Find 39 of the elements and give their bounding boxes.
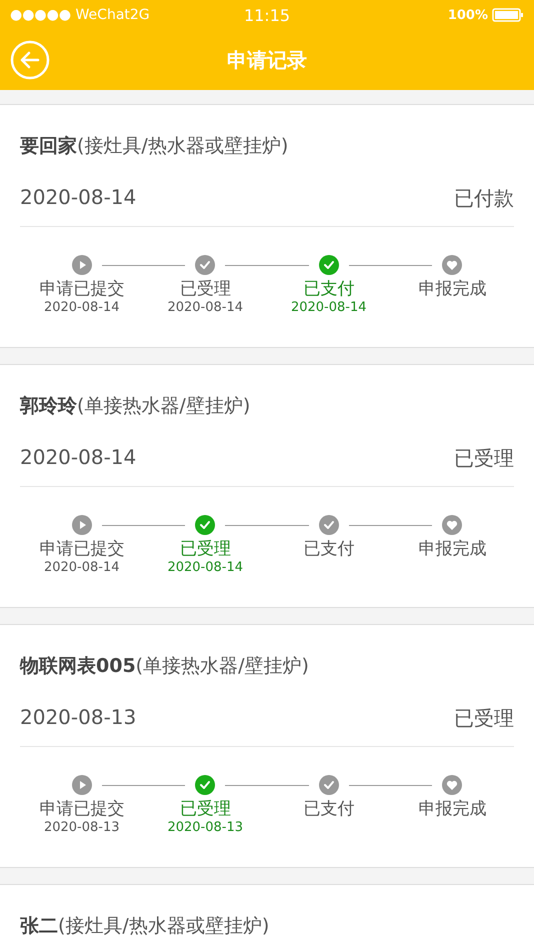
record-title: 物联网表005(单接热水器/壁挂炉) [20,654,310,679]
record-card[interactable]: 要回家(接灶具/热水器或壁挂炉) 2020-08-14 已付款 申请已提交 2020-08-14 已受理 2020-08-14 已支付 2020-08-14 申报完成 [0,104,534,348]
step-label: 申报完成 [418,278,486,300]
step-date: 2020-08-14 [167,300,244,315]
step-label: 已支付 [303,798,354,820]
record-card[interactable]: 张二(接灶具/热水器或壁挂炉) [0,884,534,950]
step-label: 已受理 [180,278,231,300]
step-label: 已支付 [303,538,354,560]
record-date: 2020-08-14 [20,185,136,211]
record-title: 郭玲玲(单接热水器/壁挂炉) [20,394,252,419]
step-label: 申请已提交 [39,278,124,300]
step-label: 已受理 [180,538,231,560]
step-date: 2020-08-14 [44,560,120,575]
record-status: 已付款 [454,185,514,212]
step-date: 2020-08-13 [44,820,120,835]
battery-icon [492,8,524,22]
back-icon[interactable] [10,40,50,80]
step-label: 申请已提交 [39,538,124,560]
step-label: 申报完成 [418,538,486,560]
record-card[interactable]: 郭玲玲(单接热水器/壁挂炉) 2020-08-14 已受理 申请已提交 2020-08-14 已受理 2020-08-14 已支付 申报完成 [0,364,534,608]
carrier-text: ●●●●● WeChat2G [10,7,150,23]
step-date: 2020-08-14 [167,560,244,575]
record-status: 已受理 [454,705,514,732]
record-date: 2020-08-14 [20,445,136,471]
battery-text: 100% [448,8,488,22]
record-title: 要回家(接灶具/热水器或壁挂炉) [20,134,290,159]
record-title: 张二(接灶具/热水器或壁挂炉) [20,914,270,939]
step-date: 2020-08-13 [167,820,244,835]
step-date: 2020-08-14 [44,300,120,315]
step-label: 申请已提交 [39,798,124,820]
record-card[interactable]: 物联网表005(单接热水器/壁挂炉) 2020-08-13 已受理 申请已提交 2020-08-13 已受理 2020-08-13 已支付 申报完成 [0,624,534,868]
record-status: 已受理 [454,445,514,472]
record-date: 2020-08-13 [20,705,136,731]
step-label: 申报完成 [418,798,486,820]
page-title: 申请记录 [227,46,307,74]
step-label: 已受理 [180,798,231,820]
clock-text: 11:15 [244,6,290,24]
step-date: 2020-08-14 [290,300,367,315]
step-label: 已支付 [303,278,354,300]
